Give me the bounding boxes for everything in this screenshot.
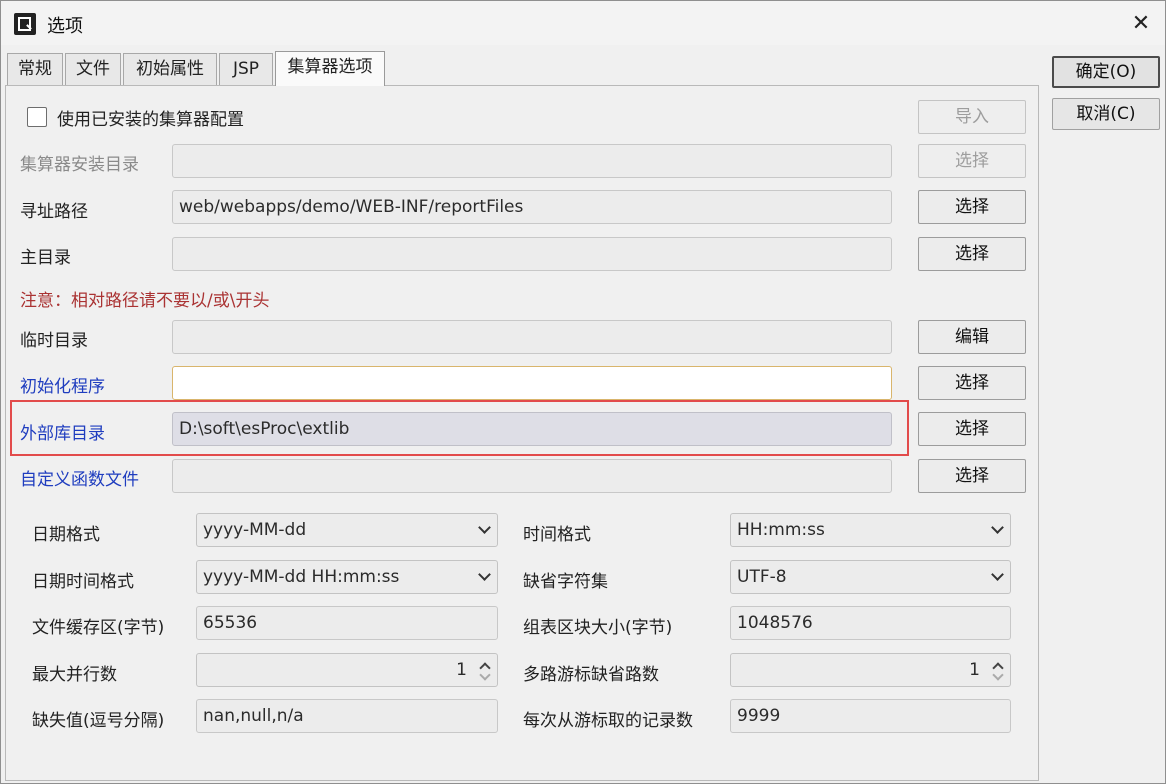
import-button[interactable]: 导入 <box>918 100 1026 134</box>
block-size-field[interactable]: 1048576 <box>730 606 1011 640</box>
max-parallel-label: 最大并行数 <box>32 665 117 685</box>
chevron-down-icon <box>478 521 491 534</box>
spinner-down-icon[interactable] <box>479 669 491 681</box>
search-path-field[interactable]: web/webapps/demo/WEB-INF/reportFiles <box>172 190 892 224</box>
init-program-select-button[interactable]: 选择 <box>918 366 1026 400</box>
time-format-label: 时间格式 <box>523 525 591 545</box>
fetch-count-label: 每次从游标取的记录数 <box>523 711 693 731</box>
tab-initial-properties[interactable]: 初始属性 <box>123 53 217 85</box>
app-logo-icon <box>14 13 36 35</box>
tab-jsp[interactable]: JSP <box>219 53 273 85</box>
options-dialog: 选项 ✕ 常规 文件 初始属性 JSP 集算器选项 确定(O) 取消(C) 使用… <box>0 0 1166 784</box>
install-dir-select-button[interactable]: 选择 <box>918 144 1026 178</box>
main-dir-select-button[interactable]: 选择 <box>918 237 1026 271</box>
main-dir-label: 主目录 <box>20 248 71 268</box>
cursor-paths-label: 多路游标缺省路数 <box>523 665 659 685</box>
default-charset-value: UTF-8 <box>737 567 787 587</box>
spinner-down-icon[interactable] <box>992 669 1004 681</box>
init-program-field[interactable] <box>172 366 892 400</box>
ext-lib-dir-label: 外部库目录 <box>20 424 105 444</box>
fetch-count-field[interactable]: 9999 <box>730 699 1011 733</box>
ext-lib-dir-select-button[interactable]: 选择 <box>918 412 1026 446</box>
chevron-down-icon <box>991 521 1004 534</box>
install-dir-label: 集算器安装目录 <box>20 155 139 175</box>
datetime-format-value: yyyy-MM-dd HH:mm:ss <box>203 567 400 587</box>
cursor-paths-value: 1 <box>969 660 980 680</box>
missing-values-field[interactable]: nan,null,n/a <box>196 699 498 733</box>
search-path-label: 寻址路径 <box>20 202 88 222</box>
chevron-down-icon <box>991 568 1004 581</box>
tab-file[interactable]: 文件 <box>65 53 121 85</box>
title-bar: 选项 ✕ <box>1 1 1165 45</box>
tab-general[interactable]: 常规 <box>7 53 63 85</box>
ext-lib-dir-field[interactable]: D:\soft\esProc\extlib <box>172 412 892 446</box>
time-format-select[interactable]: HH:mm:ss <box>730 513 1011 547</box>
temp-dir-edit-button[interactable]: 编辑 <box>918 320 1026 354</box>
missing-values-label: 缺失值(逗号分隔) <box>32 711 165 731</box>
max-parallel-spinner[interactable]: 1 <box>196 653 498 687</box>
file-buffer-field[interactable]: 65536 <box>196 606 498 640</box>
time-format-value: HH:mm:ss <box>737 520 825 540</box>
relative-path-note: 注意：相对路径请不要以/或\开头 <box>20 291 270 311</box>
init-program-label: 初始化程序 <box>20 377 105 397</box>
ok-button[interactable]: 确定(O) <box>1052 56 1160 88</box>
block-size-label: 组表区块大小(字节) <box>523 618 673 638</box>
datetime-format-label: 日期时间格式 <box>32 572 134 592</box>
cancel-button[interactable]: 取消(C) <box>1052 98 1160 130</box>
custom-func-file-label: 自定义函数文件 <box>20 470 139 490</box>
close-button[interactable]: ✕ <box>1121 9 1161 39</box>
window-title: 选项 <box>47 16 83 37</box>
search-path-select-button[interactable]: 选择 <box>918 190 1026 224</box>
file-buffer-label: 文件缓存区(字节) <box>32 618 165 638</box>
default-charset-label: 缺省字符集 <box>523 572 608 592</box>
temp-dir-field[interactable] <box>172 320 892 354</box>
date-format-label: 日期格式 <box>32 525 100 545</box>
use-installed-label: 使用已安装的集算器配置 <box>57 110 244 130</box>
max-parallel-value: 1 <box>456 660 467 680</box>
tab-esproc-options[interactable]: 集算器选项 <box>275 51 385 86</box>
default-charset-select[interactable]: UTF-8 <box>730 560 1011 594</box>
date-format-value: yyyy-MM-dd <box>203 520 307 540</box>
datetime-format-select[interactable]: yyyy-MM-dd HH:mm:ss <box>196 560 498 594</box>
main-dir-field[interactable] <box>172 237 892 271</box>
chevron-down-icon <box>478 568 491 581</box>
custom-func-file-select-button[interactable]: 选择 <box>918 459 1026 493</box>
date-format-select[interactable]: yyyy-MM-dd <box>196 513 498 547</box>
cursor-paths-spinner[interactable]: 1 <box>730 653 1011 687</box>
custom-func-file-field[interactable] <box>172 459 892 493</box>
use-installed-checkbox[interactable] <box>27 107 47 127</box>
temp-dir-label: 临时目录 <box>20 331 88 351</box>
install-dir-field[interactable] <box>172 144 892 178</box>
